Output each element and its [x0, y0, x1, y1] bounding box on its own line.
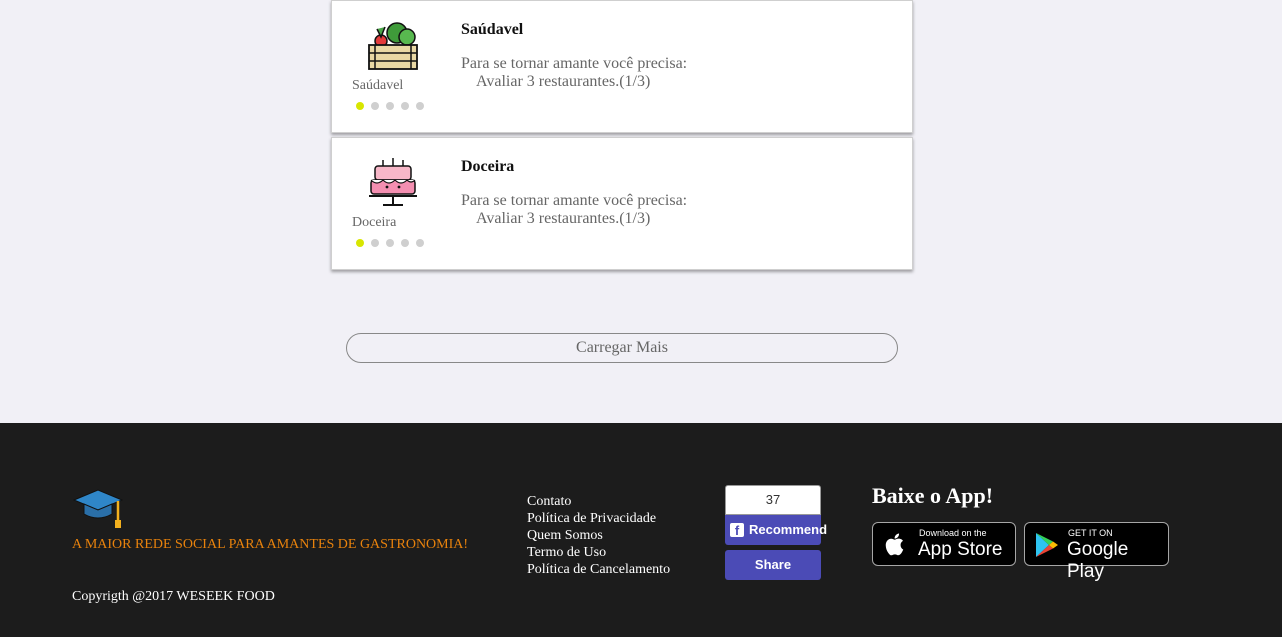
category-label: Doceira: [352, 215, 397, 230]
footer-link-privacidade[interactable]: Política de Privacidade: [527, 510, 670, 527]
app-store-big-text: App Store: [918, 539, 1003, 560]
badge-title: Doceira: [461, 158, 515, 175]
requirement-task: Avaliar 3 restaurantes.(1/3): [476, 73, 651, 90]
footer-links: Contato Política de Privacidade Quem Som…: [527, 493, 670, 578]
progress-dots: [356, 239, 424, 247]
requirement-line: Para se tornar amante você precisa:: [461, 55, 688, 72]
badge-card-doceira: Doceira Doceira Para se tornar amante vo…: [331, 137, 913, 270]
copyright-text: Copyrigth @2017 WESEEK FOOD: [72, 589, 275, 604]
tagline: A MAIOR REDE SOCIAL PARA AMANTES DE GAST…: [72, 537, 469, 552]
progress-dot: [371, 102, 379, 110]
google-play-small-text: GET IT ON: [1068, 528, 1113, 538]
footer-link-cancelamento[interactable]: Política de Cancelamento: [527, 561, 670, 578]
facebook-icon: f: [730, 523, 744, 538]
footer-link-contato[interactable]: Contato: [527, 493, 670, 510]
site-footer: A MAIOR REDE SOCIAL PARA AMANTES DE GAST…: [0, 423, 1282, 637]
recommend-label: Recommend: [749, 522, 828, 537]
facebook-recommend-button[interactable]: f Recommend: [725, 515, 827, 545]
requirement-text: Para se tornar amante você precisa: Aval…: [461, 192, 687, 228]
app-store-badge[interactable]: Download on the App Store: [872, 522, 1016, 566]
progress-dots: [356, 102, 424, 110]
app-store-small-text: Download on the: [919, 528, 987, 538]
requirement-line: Para se tornar amante você precisa:: [461, 192, 688, 209]
google-play-big-text: Google Play: [1067, 539, 1129, 582]
requirement-task: Avaliar 3 restaurantes.(1/3): [476, 210, 651, 227]
progress-dot: [416, 239, 424, 247]
requirement-text: Para se tornar amante você precisa: Aval…: [461, 55, 687, 91]
app-download-title: Baixe o App!: [872, 483, 994, 508]
progress-dot: [371, 239, 379, 247]
progress-dot: [386, 239, 394, 247]
vegetable-crate-icon: [368, 22, 418, 70]
load-more-button[interactable]: Carregar Mais: [346, 333, 898, 363]
facebook-share-button[interactable]: Share: [725, 550, 821, 580]
progress-dot: [416, 102, 424, 110]
apple-icon: [885, 533, 904, 556]
progress-dot-active: [356, 102, 364, 110]
category-label: Saúdavel: [352, 78, 404, 93]
graduation-cap-icon: [72, 489, 124, 528]
progress-dot-active: [356, 239, 364, 247]
badge-card-saudavel: Saúdavel Saúdavel Para se tornar amante …: [331, 0, 913, 133]
facebook-recommend-count: 37: [725, 485, 821, 515]
cake-icon: [369, 158, 417, 206]
footer-link-termo-uso[interactable]: Termo de Uso: [527, 544, 670, 561]
footer-link-quem-somos[interactable]: Quem Somos: [527, 527, 670, 544]
progress-dot: [401, 102, 409, 110]
progress-dot: [386, 102, 394, 110]
progress-dot: [401, 239, 409, 247]
google-play-badge[interactable]: GET IT ON Google Play: [1024, 522, 1169, 582]
badge-title: Saúdavel: [461, 21, 524, 38]
google-play-icon: [1036, 533, 1058, 557]
